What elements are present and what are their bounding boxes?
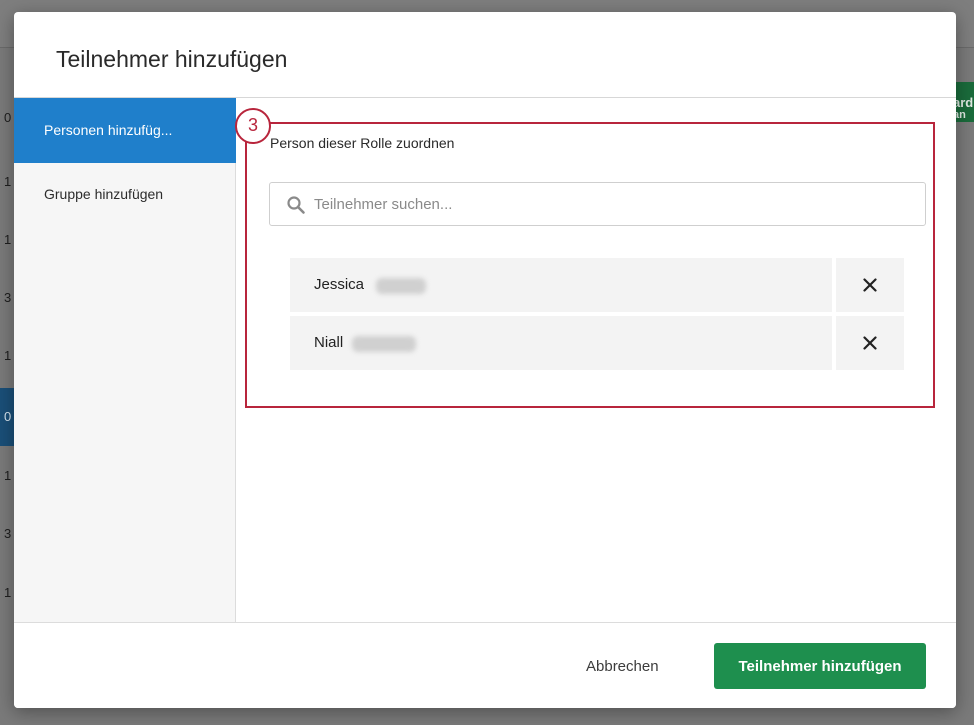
cancel-button[interactable]: Abbrechen xyxy=(586,654,659,678)
background-divider xyxy=(40,707,640,725)
step-highlight-box: 3 Person dieser Rolle zuordnen Jessica xyxy=(235,108,935,408)
background-row-number: 0 xyxy=(4,110,12,125)
modal-footer: Abbrechen Teilnehmer hinzufügen xyxy=(14,622,956,708)
participant-name-cell: Niall xyxy=(290,316,832,370)
search-field[interactable] xyxy=(269,182,926,226)
add-participants-modal: Teilnehmer hinzufügen Personen hinzufüg.… xyxy=(14,12,956,708)
redacted-surname xyxy=(376,278,426,294)
background-row-number: 3 xyxy=(4,290,12,305)
sidebar-item-add-persons[interactable]: Personen hinzufüg... xyxy=(14,98,236,163)
participant-name: Niall xyxy=(314,334,344,351)
participant-name: Jessica xyxy=(314,276,365,293)
search-icon xyxy=(287,196,305,214)
modal-sidebar: Personen hinzufüg... Gruppe hinzufügen xyxy=(14,98,236,622)
modal-header: Teilnehmer hinzufügen xyxy=(14,12,956,98)
background-row-number: 1 xyxy=(4,468,12,483)
background-row-number: 1 xyxy=(4,174,12,189)
close-icon xyxy=(863,278,877,292)
modal-main: 3 Person dieser Rolle zuordnen Jessica xyxy=(235,98,956,622)
remove-participant-button[interactable] xyxy=(836,258,904,312)
background-row-numbers: 0 1 1 3 1 0 1 3 1 xyxy=(0,0,14,725)
background-row-number: 1 xyxy=(4,348,12,363)
add-participants-button[interactable]: Teilnehmer hinzufügen xyxy=(714,643,926,689)
participant-row: Jessica xyxy=(290,258,904,312)
background-row-number-selected: 0 xyxy=(0,388,14,446)
participant-row: Niall xyxy=(290,316,904,370)
section-label: Person dieser Rolle zuordnen xyxy=(270,135,455,151)
background-row-number: 3 xyxy=(4,526,12,541)
participant-list: Jessica Niall xyxy=(290,258,904,374)
sidebar-item-add-group[interactable]: Gruppe hinzufügen xyxy=(14,163,236,225)
search-input[interactable] xyxy=(314,183,914,225)
participant-name-cell: Jessica xyxy=(290,258,832,312)
step-badge: 3 xyxy=(235,108,271,144)
background-row-number: 1 xyxy=(4,232,12,247)
modal-title: Teilnehmer hinzufügen xyxy=(56,46,288,72)
remove-participant-button[interactable] xyxy=(836,316,904,370)
background-row-number: 1 xyxy=(4,585,12,600)
redacted-surname xyxy=(352,336,416,352)
close-icon xyxy=(863,336,877,350)
